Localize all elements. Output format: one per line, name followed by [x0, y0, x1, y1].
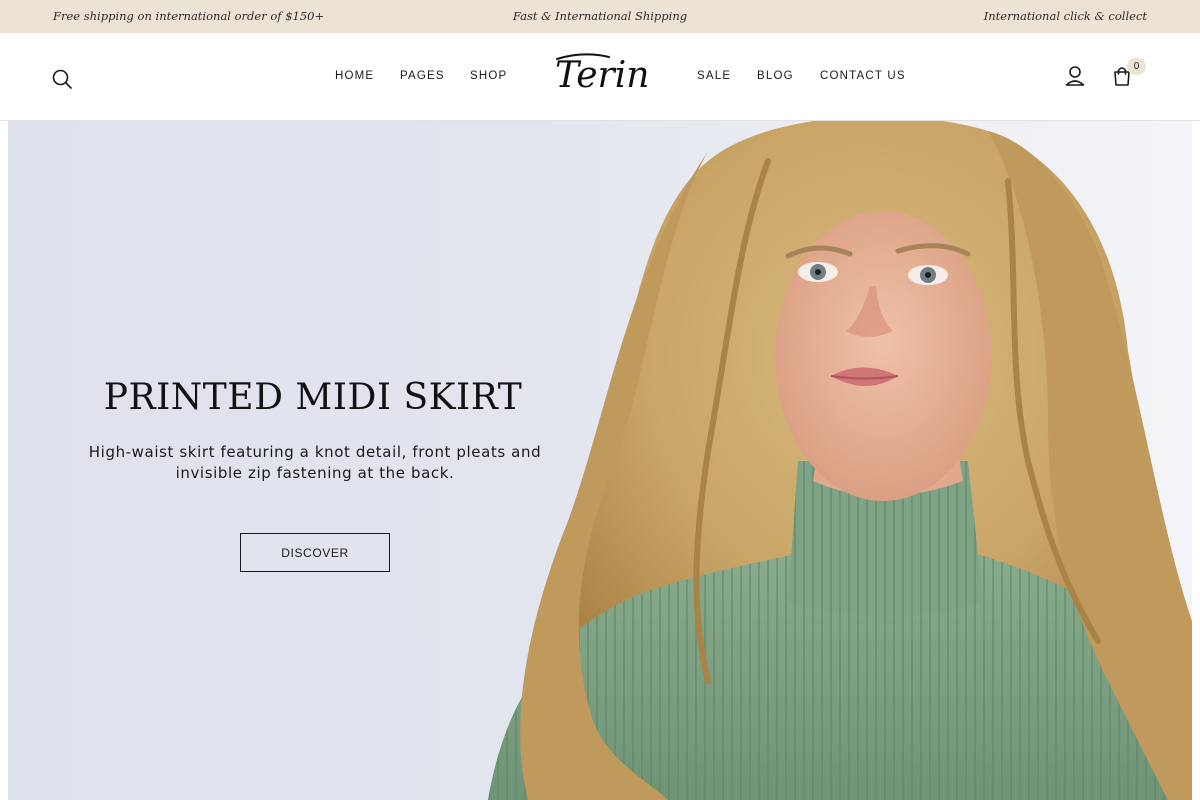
cart-count-badge: 0: [1127, 58, 1146, 75]
site-logo[interactable]: Terina: [553, 47, 671, 103]
logo-text: Terina: [555, 55, 649, 96]
nav-home[interactable]: HOME: [335, 70, 374, 82]
nav-pages[interactable]: PAGES: [400, 70, 445, 82]
announcement-right: International click & collect: [983, 9, 1147, 23]
user-icon[interactable]: [1064, 65, 1086, 87]
nav-blog[interactable]: BLOG: [757, 70, 794, 82]
hero-title: PRINTED MIDI SKIRT: [103, 377, 523, 418]
search-icon[interactable]: [51, 68, 73, 90]
site-header: HOME PAGES SHOP Terina SALE BLOG CONTACT…: [0, 33, 1200, 121]
nav-sale[interactable]: SALE: [697, 70, 731, 82]
discover-button[interactable]: DISCOVER: [240, 533, 390, 572]
nav-contact-us[interactable]: CONTACT US: [820, 70, 906, 82]
announcement-bar: Free shipping on international order of …: [0, 0, 1200, 33]
nav-shop[interactable]: SHOP: [470, 70, 507, 82]
hero-description: High-waist skirt featuring a knot detail…: [88, 443, 542, 482]
hero-banner: PRINTED MIDI SKIRT High-waist skirt feat…: [8, 121, 1192, 800]
